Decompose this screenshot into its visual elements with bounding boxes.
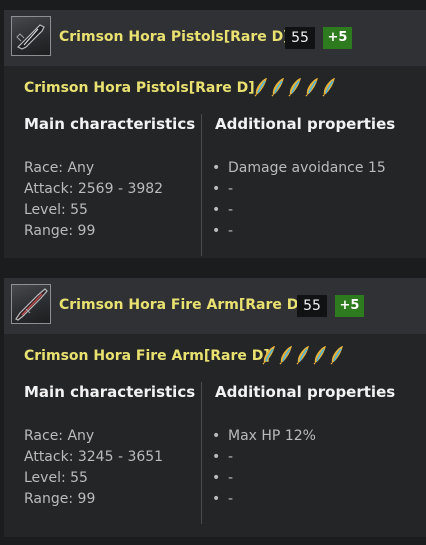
stat-range: Range: 99 <box>24 491 96 507</box>
stat-level: Level: 55 <box>24 202 88 218</box>
stat-level: Level: 55 <box>24 470 88 486</box>
enhance-badge: +5 <box>323 27 352 49</box>
stat-race: Race: Any <box>24 160 95 176</box>
property-text: Max HP 12% <box>228 428 316 444</box>
property-text: Damage avoidance 15 <box>228 160 386 176</box>
additional-properties-heading: Additional properties <box>215 383 396 401</box>
star-icon <box>329 345 345 365</box>
property-item: • - <box>212 181 233 197</box>
item-card: Crimson Hora Pistols[Rare D] 55 +5 Crims… <box>4 10 426 258</box>
property-item: • - <box>212 449 233 465</box>
star-icon <box>312 345 328 365</box>
stat-attack: Attack: 2569 - 3982 <box>24 181 164 197</box>
additional-properties-heading: Additional properties <box>215 115 396 133</box>
bullet: • <box>212 470 221 486</box>
property-text: - <box>228 181 234 197</box>
enhance-badge: +5 <box>335 295 364 317</box>
bullet: • <box>212 160 221 176</box>
tooltip-title: Crimson Hora Pistols[Rare D] <box>24 80 255 96</box>
fire-arm-icon[interactable] <box>11 284 51 324</box>
star-icon <box>270 77 286 97</box>
star-rating <box>261 345 346 367</box>
stat-race: Race: Any <box>24 428 95 444</box>
star-icon <box>278 345 294 365</box>
star-icon <box>261 345 277 365</box>
main-characteristics-heading: Main characteristics <box>24 115 196 133</box>
level-badge: 55 <box>297 295 327 317</box>
tooltip-title: Crimson Hora Fire Arm[Rare D] <box>24 348 270 364</box>
stat-attack: Attack: 3245 - 3651 <box>24 449 164 465</box>
column-divider <box>201 382 202 524</box>
bullet: • <box>212 202 221 218</box>
property-item: • Damage avoidance 15 <box>212 160 386 176</box>
property-item: • - <box>212 202 233 218</box>
item-name: Crimson Hora Pistols[Rare D] <box>59 29 290 45</box>
item-card: Crimson Hora Fire Arm[Rare D] 55 +5 Crim… <box>4 278 426 537</box>
property-text: - <box>228 202 234 218</box>
pistols-icon[interactable] <box>11 16 51 56</box>
level-badge: 55 <box>285 27 315 49</box>
bullet: • <box>212 428 221 444</box>
star-icon <box>321 77 337 97</box>
property-text: - <box>228 449 234 465</box>
bullet: • <box>212 223 221 239</box>
property-item: • - <box>212 223 233 239</box>
item-header[interactable]: Crimson Hora Fire Arm[Rare D] 55 +5 <box>4 278 426 334</box>
property-item: • - <box>212 470 233 486</box>
star-rating <box>253 77 338 99</box>
property-item: • Max HP 12% <box>212 428 316 444</box>
star-icon <box>253 77 269 97</box>
column-divider <box>201 114 202 256</box>
property-text: - <box>228 491 234 507</box>
star-icon <box>304 77 320 97</box>
property-text: - <box>228 223 234 239</box>
bullet: • <box>212 449 221 465</box>
property-item: • - <box>212 491 233 507</box>
bullet: • <box>212 491 221 507</box>
stat-range: Range: 99 <box>24 223 96 239</box>
main-characteristics-heading: Main characteristics <box>24 383 196 401</box>
item-header[interactable]: Crimson Hora Pistols[Rare D] 55 +5 <box>4 10 426 66</box>
bullet: • <box>212 181 221 197</box>
item-name: Crimson Hora Fire Arm[Rare D] <box>59 297 305 313</box>
star-icon <box>295 345 311 365</box>
property-text: - <box>228 470 234 486</box>
star-icon <box>287 77 303 97</box>
